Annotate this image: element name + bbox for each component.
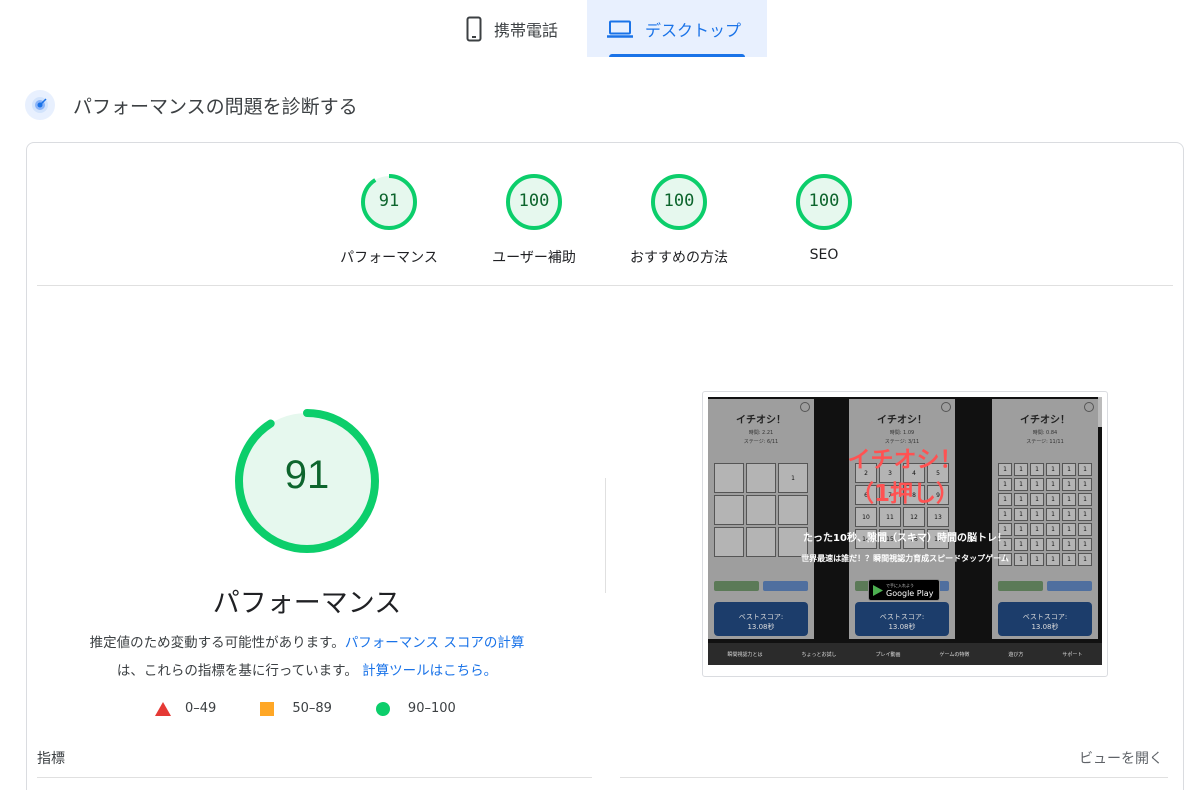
performance-description: 推定値のため変動する可能性があります。パフォーマンス スコアの計算 は、これらの…: [57, 629, 557, 685]
score-calculation-link[interactable]: パフォーマンス スコアの計算: [345, 635, 525, 651]
best-score: ベストスコア: 13.08秒: [855, 602, 949, 636]
divider: [37, 285, 1173, 286]
gauge-label: SEO: [809, 247, 839, 263]
legend-pass: 90–100: [375, 701, 456, 716]
tab-desktop[interactable]: デスクトップ: [587, 0, 767, 57]
triangle-icon: [155, 701, 171, 716]
play-icon: [873, 584, 883, 596]
phone-title: イチオシ！: [877, 415, 927, 426]
tab-mobile[interactable]: 携帯電話: [448, 0, 587, 57]
gauge-ring: 100: [795, 173, 853, 231]
gauge-score: 100: [663, 191, 695, 211]
gauge-score: 100: [518, 191, 550, 211]
score-legend: 0–49 50–89 90–100: [155, 701, 456, 716]
overlay-tagline: 世界最速は誰だ！？瞬間視認力育成スピードタップゲーム: [801, 554, 1009, 563]
overlay-title: イチオシ！ （1押し）: [847, 447, 963, 507]
legend-range: 50–89: [292, 701, 332, 716]
phone-title: イチオシ！: [1020, 415, 1070, 426]
device-tabs: 携帯電話 デスクトップ: [448, 0, 767, 57]
gauge-accessibility[interactable]: 100 ユーザー補助: [464, 173, 604, 267]
phone-mock: イチオシ！ 時間: 2.21 ステージ: 6/11 1 ベストスコア: 13.08…: [708, 399, 814, 639]
gauge-ring: 100: [650, 173, 708, 231]
best-score: ベストスコア: 13.08秒: [998, 602, 1092, 636]
overlay-subtitle: たった10秒、隙間（スキマ）時間の脳トレ！: [803, 533, 1007, 544]
google-play-badge: で手に入れよう Google Play: [868, 579, 940, 601]
phone-mock: イチオシ！ 時間: 1.09 ステージ: 3/11 2345 6789 10 11…: [849, 399, 955, 639]
screenshot-nav: 瞬間視認力とは ちょっとお試し プレイ動画 ゲームの特徴 遊び方 サポート: [708, 643, 1102, 665]
laptop-icon: [607, 20, 633, 38]
page-screenshot: イチオシ！ 時間: 2.21 ステージ: 6/11 1 ベストスコア: 13.08…: [702, 391, 1108, 677]
gauge-label: ユーザー補助: [492, 250, 576, 266]
gauge-score: 100: [808, 191, 840, 211]
performance-score: 91: [284, 453, 330, 497]
report-card: 91 パフォーマンス 100 ユーザー補助 100 おすすめの方法 100 SE…: [26, 142, 1184, 790]
legend-average: 50–89: [260, 701, 332, 716]
square-icon: [260, 701, 275, 716]
divider: [37, 777, 592, 778]
gauge-score: 91: [378, 191, 400, 211]
category-gauges: 91 パフォーマンス 100 ユーザー補助 100 おすすめの方法 100 SE…: [27, 173, 1183, 283]
performance-title: パフォーマンス: [212, 588, 402, 619]
divider: [620, 777, 1168, 778]
gauge-label: おすすめの方法: [630, 250, 728, 266]
phone-title: イチオシ！: [736, 415, 786, 426]
gauge-best-practices[interactable]: 100 おすすめの方法: [609, 173, 749, 267]
metrics-heading: 指標: [37, 751, 65, 767]
legend-range: 0–49: [185, 701, 217, 716]
lighthouse-icon: [25, 90, 55, 120]
screenshot-content: イチオシ！ 時間: 2.21 ステージ: 6/11 1 ベストスコア: 13.08…: [708, 397, 1102, 665]
tab-mobile-label: 携帯電話: [494, 20, 559, 40]
gauge-performance[interactable]: 91 パフォーマンス: [319, 173, 459, 267]
diagnose-title: パフォーマンスの問題を診断する: [73, 95, 358, 118]
desc-text: は、これらの指標を基に行っています。: [116, 663, 358, 679]
expand-view-button[interactable]: ビューを開く: [1079, 748, 1163, 768]
desc-text: 推定値のため変動する可能性があります。: [89, 635, 345, 651]
circle-icon: [375, 701, 390, 716]
performance-gauge-large: 91: [233, 407, 381, 555]
calculator-link[interactable]: 計算ツールはこちら。: [362, 663, 497, 679]
vertical-divider: [605, 478, 606, 593]
tab-desktop-label: デスクトップ: [645, 20, 742, 40]
scrollbar: [1098, 397, 1102, 427]
gauge-seo[interactable]: 100 SEO: [754, 173, 894, 263]
phone-mock: イチオシ！ 時間: 0.84 ステージ: 11/11 111111 111111…: [992, 399, 1098, 639]
gauge-ring: 100: [505, 173, 563, 231]
smartphone-icon: [466, 16, 482, 42]
legend-range: 90–100: [407, 701, 456, 716]
best-score: ベストスコア: 13.08秒: [714, 602, 808, 636]
diagnose-header: パフォーマンスの問題を診断する: [25, 90, 358, 120]
gauge-ring: 91: [360, 173, 418, 231]
legend-fail: 0–49: [155, 701, 216, 716]
gauge-label: パフォーマンス: [340, 250, 438, 266]
